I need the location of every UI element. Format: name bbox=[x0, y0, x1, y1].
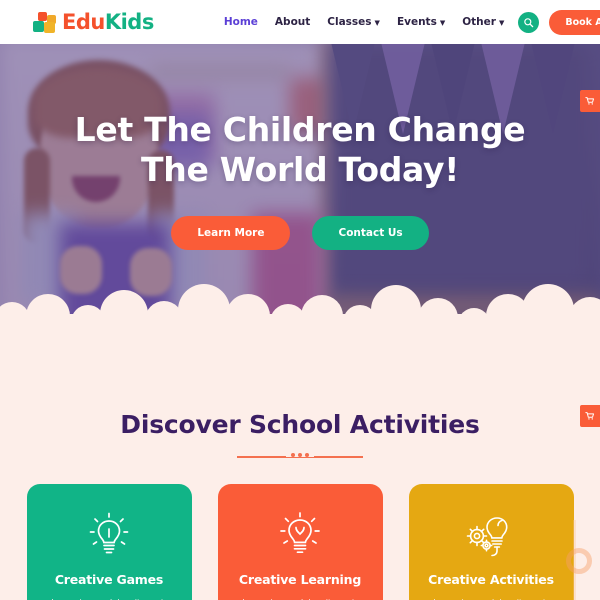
activity-card-title: Creative Learning bbox=[238, 572, 362, 587]
book-a-visit-button[interactable]: Book A Visit bbox=[549, 9, 600, 35]
activity-card-text: Lorem ipsum dolor sit amet, consectetur … bbox=[38, 596, 180, 600]
nav-item-about[interactable]: About bbox=[275, 16, 310, 28]
activity-card-title: Creative Activities bbox=[428, 572, 554, 587]
activity-card-creative-games[interactable]: Creative Games Lorem ipsum dolor sit ame… bbox=[26, 484, 192, 600]
lightbulb-idea-icon bbox=[279, 510, 321, 560]
page-root: EduKids Home About Classes ▼ Events ▼ Ot… bbox=[0, 0, 600, 600]
nav-label-events: Events bbox=[396, 16, 437, 28]
cart-icon bbox=[585, 412, 595, 420]
activity-card-text: Lorem ipsum dolor sit amet, consectetur … bbox=[420, 596, 562, 600]
hero-button-group: Learn More Contact Us bbox=[171, 215, 429, 250]
nav-item-events[interactable]: Events ▼ bbox=[397, 16, 445, 28]
nav-item-home[interactable]: Home bbox=[224, 16, 258, 28]
cart-icon bbox=[585, 97, 595, 105]
activity-card-list: Creative Games Lorem ipsum dolor sit ame… bbox=[0, 484, 600, 600]
hero-title: Let The Children Change The World Today! bbox=[74, 110, 526, 190]
lightbulb-icon bbox=[88, 510, 130, 560]
activity-card-title: Creative Games bbox=[54, 572, 164, 587]
activities-section: Discover School Activities Creative Game… bbox=[0, 338, 600, 600]
search-icon bbox=[524, 17, 534, 27]
cloud-divider bbox=[0, 284, 600, 338]
contact-us-button[interactable]: Contact Us bbox=[312, 215, 429, 250]
main-navigation: Home About Classes ▼ Events ▼ Other ▼ bbox=[224, 16, 505, 28]
section-title: Discover School Activities bbox=[120, 410, 480, 439]
activity-card-creative-learning[interactable]: Creative Learning Lorem ipsum dolor sit … bbox=[217, 484, 383, 600]
hero-section: Let The Children Change The World Today!… bbox=[0, 38, 600, 338]
site-header: EduKids Home About Classes ▼ Events ▼ Ot… bbox=[0, 0, 600, 44]
nav-item-classes[interactable]: Classes ▼ bbox=[327, 16, 380, 28]
decorative-ring bbox=[566, 548, 592, 574]
logo-text: EduKids bbox=[62, 10, 154, 34]
logo-text-edu: Edu bbox=[62, 10, 105, 34]
nav-label-about: About bbox=[274, 16, 311, 28]
chevron-down-icon: ▼ bbox=[498, 18, 505, 27]
title-divider bbox=[237, 452, 363, 462]
activity-card-text: Lorem ipsum dolor sit amet, consectetur … bbox=[229, 596, 371, 600]
chevron-down-icon: ▼ bbox=[439, 18, 446, 27]
learn-more-button[interactable]: Learn More bbox=[171, 215, 291, 250]
nav-label-other: Other bbox=[462, 16, 496, 28]
lightbulb-gears-icon bbox=[466, 510, 516, 560]
search-button[interactable] bbox=[518, 11, 540, 33]
floating-cart-tab-bottom[interactable] bbox=[580, 405, 600, 427]
activity-card-creative-activities[interactable]: Creative Activities Lorem ipsum dolor si… bbox=[408, 484, 574, 600]
chevron-down-icon: ▼ bbox=[374, 18, 380, 27]
nav-label-home: Home bbox=[223, 16, 258, 28]
floating-cart-tab-top[interactable] bbox=[580, 90, 600, 112]
nav-item-other[interactable]: Other ▼ bbox=[462, 16, 504, 28]
logo-blocks-icon bbox=[32, 11, 58, 33]
logo-text-kids: Kids bbox=[104, 10, 155, 34]
nav-label-classes: Classes bbox=[327, 16, 372, 28]
site-logo[interactable]: EduKids bbox=[32, 10, 154, 34]
